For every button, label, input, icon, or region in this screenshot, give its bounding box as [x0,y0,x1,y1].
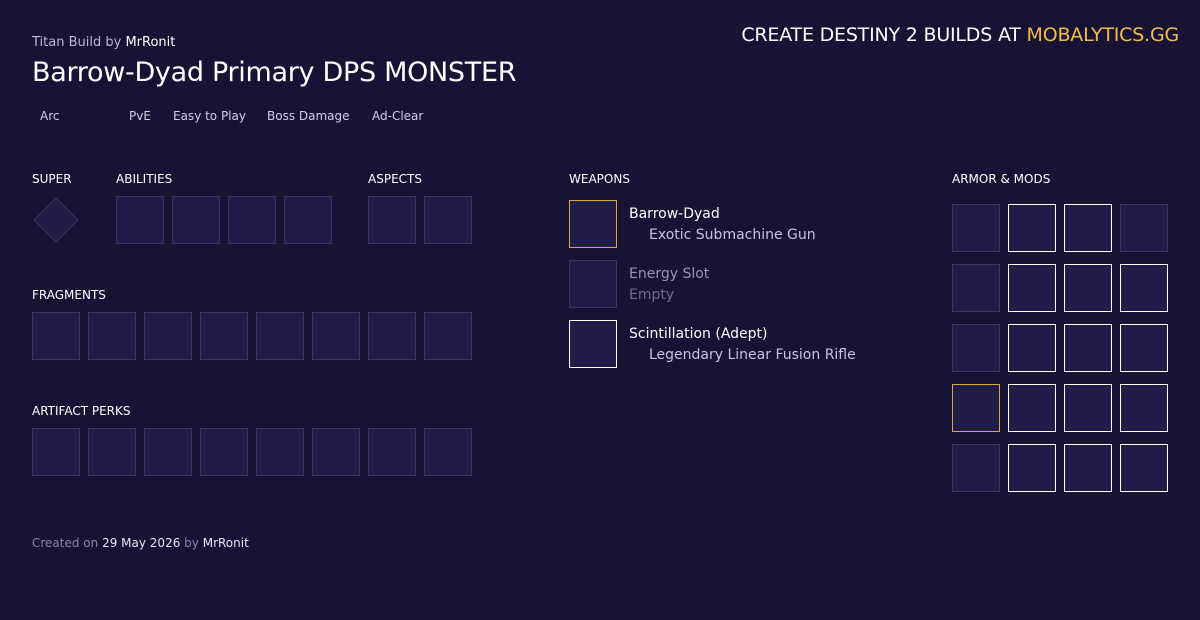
armor-slot-gauntlets[interactable] [952,264,1000,312]
section-label-abilities: ABILITIES [116,172,173,186]
armor-slot-legs[interactable] [952,384,1000,432]
section-label-weapons: WEAPONS [569,172,630,186]
section-label-super: SUPER [32,172,72,186]
armor-mod-slot[interactable] [1120,384,1168,432]
section-label-artifact-perks: ARTIFACT PERKS [32,404,131,418]
armor-mod-slot[interactable] [1008,204,1056,252]
promo-brand[interactable]: MOBALYTICS.GG [1027,24,1180,46]
tag-easy-to-play: Easy to Play [173,109,246,123]
footer-date: 29 May 2026 [102,536,181,550]
page-title: Barrow-Dyad Primary DPS MONSTER [32,57,517,88]
weapon-type: Exotic Submachine Gun [649,227,816,243]
artifact-perk-slot[interactable] [200,428,248,476]
armor-mod-slot[interactable] [1008,384,1056,432]
footer-created: Created on 29 May 2026 by MrRonit [32,536,249,550]
armor-mod-slot[interactable] [1120,264,1168,312]
armor-mod-slot[interactable] [1008,264,1056,312]
armor-mod-slot[interactable] [1064,264,1112,312]
aspect-slot[interactable] [424,196,472,244]
artifact-perk-slot[interactable] [88,428,136,476]
armor-mod-slot[interactable] [1008,324,1056,372]
fragment-slot[interactable] [32,312,80,360]
fragment-slot[interactable] [312,312,360,360]
ability-slot[interactable] [228,196,276,244]
tag-ad-clear: Ad-Clear [372,109,424,123]
weapon-icon-power[interactable] [569,320,617,368]
section-label-fragments: FRAGMENTS [32,288,106,302]
armor-mod-slot[interactable] [1120,324,1168,372]
promo-text: CREATE DESTINY 2 BUILDS AT [741,24,1021,46]
artifact-perk-slot[interactable] [424,428,472,476]
fragment-slot[interactable] [368,312,416,360]
by-label: by [105,35,122,50]
armor-mod-slot[interactable] [1120,204,1168,252]
weapon-icon-kinetic[interactable] [569,200,617,248]
armor-mod-slot[interactable] [1064,324,1112,372]
artifact-perk-slot[interactable] [256,428,304,476]
tag-pve: PvE [129,109,151,123]
fragment-slot[interactable] [144,312,192,360]
armor-mod-slot[interactable] [1120,444,1168,492]
ability-slot[interactable] [116,196,164,244]
armor-mod-slot[interactable] [1008,444,1056,492]
artifact-perk-slot[interactable] [312,428,360,476]
weapon-icon-energy[interactable] [569,260,617,308]
build-subtitle: Titan Build by MrRonit [32,35,175,50]
weapon-type: Legendary Linear Fusion Rifle [649,347,856,363]
super-slot[interactable] [33,197,79,243]
artifact-perk-slot[interactable] [32,428,80,476]
fragment-slot[interactable] [424,312,472,360]
armor-slot-class-item[interactable] [952,444,1000,492]
armor-mod-slot[interactable] [1064,204,1112,252]
fragment-slot[interactable] [88,312,136,360]
fragment-slot[interactable] [256,312,304,360]
weapon-type: Empty [629,287,675,303]
footer-by-label: by [184,536,199,550]
tag-boss-damage: Boss Damage [267,109,350,123]
artifact-perk-slot[interactable] [368,428,416,476]
weapon-name[interactable]: Scintillation (Adept) [629,326,767,342]
promo-banner[interactable]: CREATE DESTINY 2 BUILDS AT MOBALYTICS.GG [741,24,1179,46]
armor-mod-slot[interactable] [1064,444,1112,492]
author-link[interactable]: MrRonit [125,35,175,50]
armor-slot-chest[interactable] [952,324,1000,372]
weapon-name[interactable]: Barrow-Dyad [629,206,720,222]
build-class: Titan Build [32,35,102,50]
artifact-perk-slot[interactable] [144,428,192,476]
section-label-aspects: ASPECTS [368,172,422,186]
ability-slot[interactable] [172,196,220,244]
fragment-slot[interactable] [200,312,248,360]
footer-created-label: Created on [32,536,99,550]
section-label-armor-mods: ARMOR & MODS [952,172,1051,186]
tag-arc: Arc [40,109,60,123]
armor-mod-slot[interactable] [1064,384,1112,432]
weapon-name: Energy Slot [629,266,710,282]
armor-slot-helmet[interactable] [952,204,1000,252]
footer-author-link[interactable]: MrRonit [203,536,249,550]
ability-slot[interactable] [284,196,332,244]
aspect-slot[interactable] [368,196,416,244]
